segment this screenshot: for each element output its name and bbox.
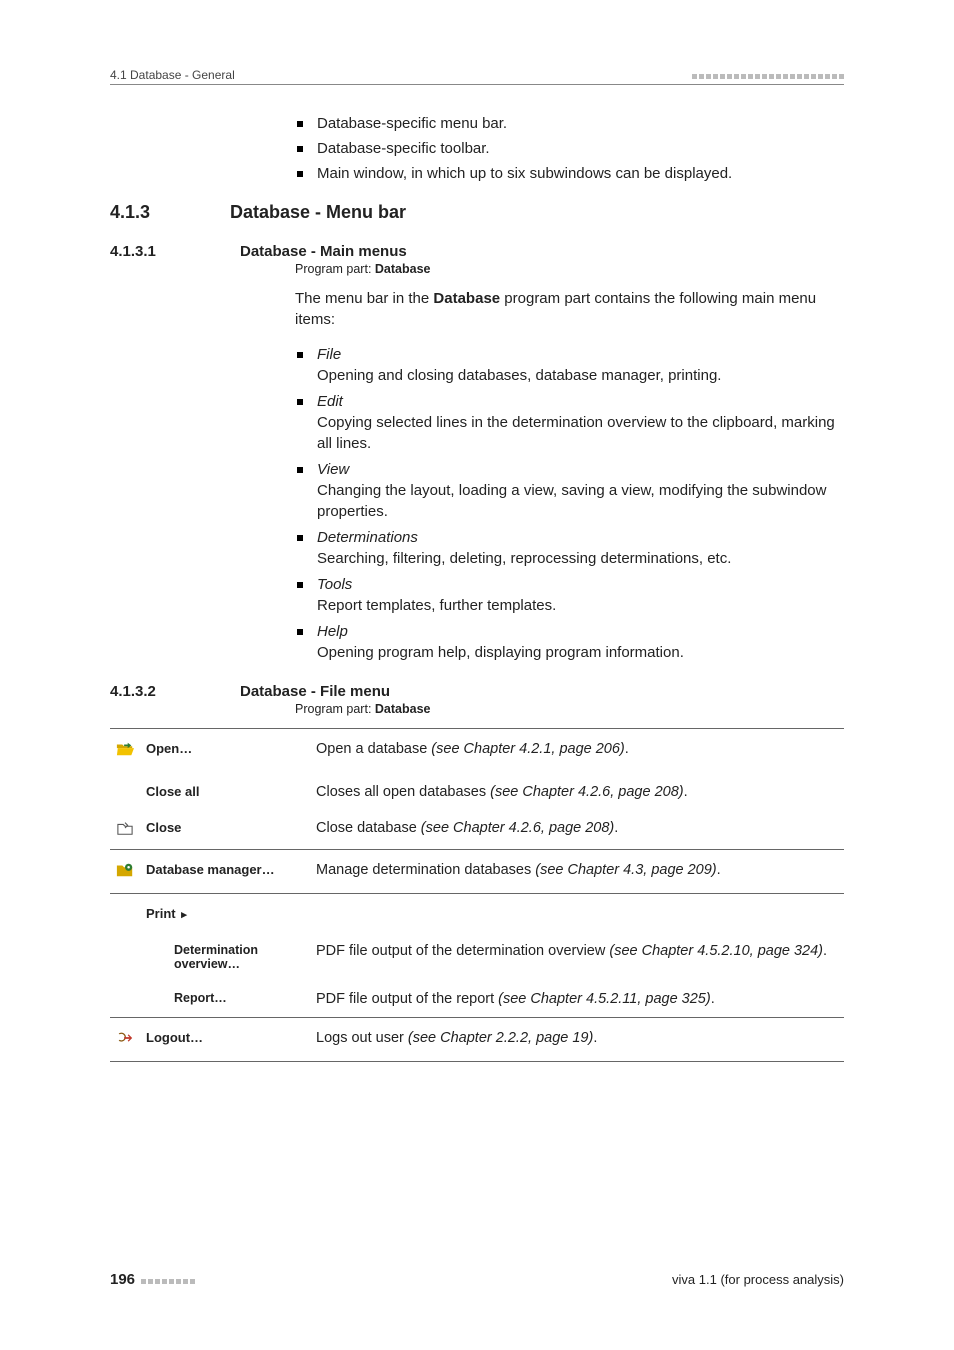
close-folder-icon — [117, 823, 133, 839]
table-row: Database manager… Manage determination d… — [110, 850, 844, 894]
bullet-item: Database-specific menu bar. — [295, 113, 844, 134]
program-part-prefix: Program part: — [295, 702, 375, 716]
menu-item: Determinations Searching, filtering, dele… — [295, 527, 844, 569]
menu-label: Database manager… — [140, 850, 310, 894]
menu-item: Tools Report templates, further templates… — [295, 574, 844, 616]
page-number: 196 — [110, 1271, 135, 1288]
menu-name: View — [317, 461, 349, 478]
header-rule — [110, 84, 844, 85]
menu-item: Help Opening program help, displaying pro… — [295, 621, 844, 663]
menu-name: Edit — [317, 393, 343, 410]
header-ornament — [690, 68, 844, 82]
menu-desc: Open a database (see Chapter 4.2.1, page… — [310, 729, 844, 775]
program-part-value: Database — [375, 702, 431, 716]
menu-label: Print ▸ — [140, 894, 310, 934]
submenu-arrow-icon: ▸ — [181, 909, 187, 921]
menu-item: File Opening and closing databases, datab… — [295, 344, 844, 386]
menu-desc: Report templates, further templates. — [317, 595, 844, 616]
menu-label: Logout… — [140, 1018, 310, 1062]
menu-desc: Opening program help, displaying program… — [317, 642, 844, 663]
menu-name: Help — [317, 623, 348, 640]
bullet-item: Database-specific toolbar. — [295, 138, 844, 159]
footer-ornament — [139, 1272, 195, 1287]
file-menu-table: Open… Open a database (see Chapter 4.2.1… — [110, 728, 844, 1062]
table-row: Print ▸ — [110, 894, 844, 934]
footer-product: viva 1.1 (for process analysis) — [672, 1272, 844, 1287]
bullet-item: Main window, in which up to six subwindo… — [295, 163, 844, 184]
table-row: Determination overview… PDF file output … — [110, 933, 844, 981]
program-part-value: Database — [375, 262, 431, 276]
menu-sublabel: Determination overview… — [140, 933, 310, 981]
menu-name: Tools — [317, 576, 352, 593]
menu-name: Determinations — [317, 529, 418, 546]
heading-number: 4.1.3 — [110, 202, 230, 223]
menu-desc: Closes all open databases (see Chapter 4… — [310, 774, 844, 810]
table-row: Open… Open a database (see Chapter 4.2.1… — [110, 729, 844, 775]
menu-sublabel: Report… — [140, 981, 310, 1018]
open-folder-icon — [116, 741, 134, 762]
program-part-line: Program part: Database — [295, 262, 844, 276]
menu-desc: Close database (see Chapter 4.2.6, page … — [310, 810, 844, 850]
heading-title: Database - File menu — [240, 683, 390, 700]
logout-icon — [116, 1033, 134, 1049]
menu-desc: Opening and closing databases, database … — [317, 365, 844, 386]
menu-desc: Searching, filtering, deleting, reproces… — [317, 548, 844, 569]
table-row: Close all Closes all open databases (see… — [110, 774, 844, 810]
menu-label: Open… — [140, 729, 310, 775]
menu-desc: PDF file output of the report (see Chapt… — [310, 981, 844, 1018]
menu-desc: PDF file output of the determination ove… — [310, 933, 844, 981]
program-part-line: Program part: Database — [295, 702, 844, 716]
menu-desc: Changing the layout, loading a view, sav… — [317, 480, 844, 522]
running-header: 4.1 Database - General — [110, 68, 235, 82]
database-manager-icon — [116, 865, 134, 881]
menu-item: View Changing the layout, loading a view,… — [295, 459, 844, 522]
menu-desc: Manage determination databases (see Chap… — [310, 850, 844, 894]
section-intro: The menu bar in the Database program par… — [295, 288, 844, 330]
table-row: Report… PDF file output of the report (s… — [110, 981, 844, 1018]
menu-item-list: File Opening and closing databases, datab… — [295, 344, 844, 663]
menu-label: Close — [140, 810, 310, 850]
heading-title: Database - Main menus — [240, 243, 407, 260]
menu-desc: Copying selected lines in the determinat… — [317, 412, 844, 454]
program-part-prefix: Program part: — [295, 262, 375, 276]
menu-label: Close all — [140, 774, 310, 810]
intro-bold: Database — [433, 290, 500, 307]
heading-4-1-3-2: 4.1.3.2 Database - File menu — [110, 683, 844, 700]
menu-desc: Logs out user (see Chapter 2.2.2, page 1… — [310, 1018, 844, 1062]
heading-4-1-3: 4.1.3 Database - Menu bar — [110, 202, 844, 223]
heading-number: 4.1.3.2 — [110, 683, 240, 700]
heading-number: 4.1.3.1 — [110, 243, 240, 260]
heading-4-1-3-1: 4.1.3.1 Database - Main menus — [110, 243, 844, 260]
table-row: Logout… Logs out user (see Chapter 2.2.2… — [110, 1018, 844, 1062]
menu-item: Edit Copying selected lines in the determ… — [295, 391, 844, 454]
menu-name: File — [317, 346, 341, 363]
intro-text: The menu bar in the — [295, 290, 433, 307]
table-row: Close Close database (see Chapter 4.2.6,… — [110, 810, 844, 850]
heading-title: Database - Menu bar — [230, 202, 406, 223]
footer-left: 196 — [110, 1271, 195, 1288]
intro-bullets: Database-specific menu bar. Database-spe… — [295, 113, 844, 184]
